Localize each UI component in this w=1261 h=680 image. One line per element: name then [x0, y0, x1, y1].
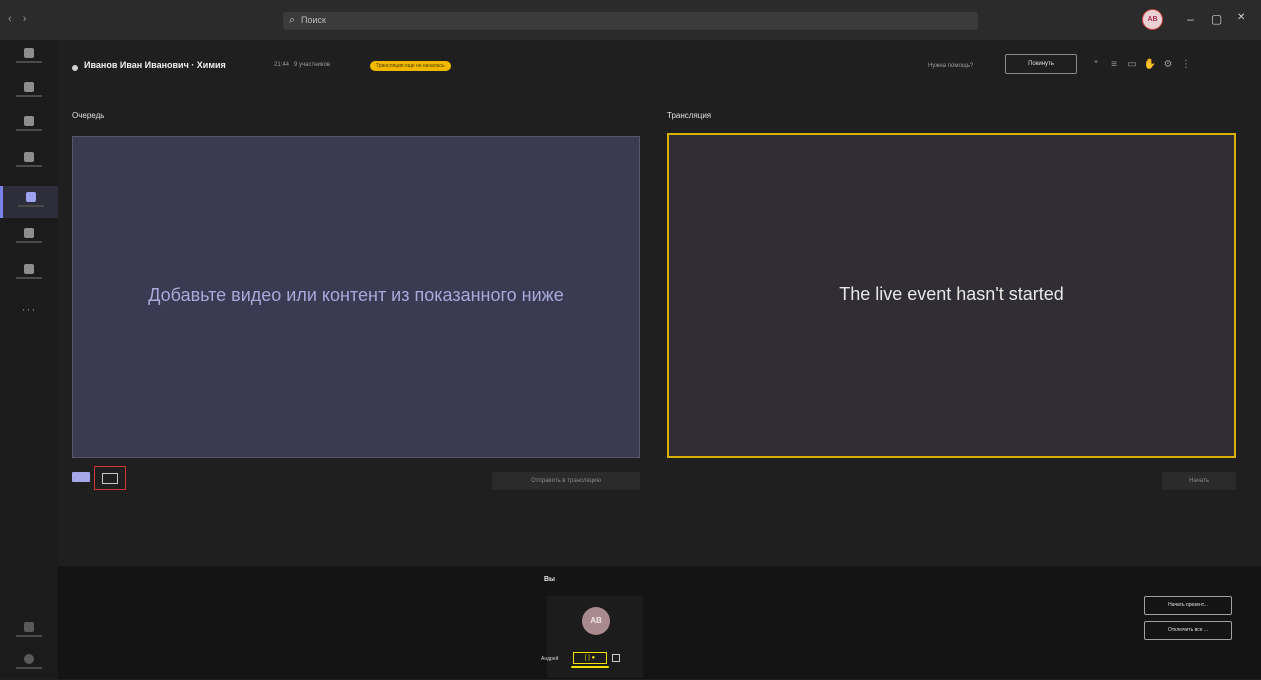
minimize-icon[interactable]: – — [1187, 12, 1194, 26]
phone-icon — [24, 228, 34, 238]
broadcast-label: Трансляция — [667, 111, 712, 120]
start-button[interactable]: Начать — [1162, 472, 1236, 490]
app-rail: ··· — [0, 40, 58, 679]
more-apps-icon[interactable]: ··· — [0, 302, 58, 316]
search-input[interactable]: ⌕ Поиск — [283, 12, 978, 30]
you-label: Вы — [544, 576, 556, 583]
search-placeholder: Поиск — [301, 15, 326, 25]
rail-calls[interactable] — [0, 222, 58, 254]
rail-help[interactable] — [0, 648, 58, 680]
participants-strip: Вы АВ Андрей [ ] ● Начать презент... Отк… — [58, 566, 1261, 679]
start-presenting-button[interactable]: Начать презент... — [1144, 596, 1232, 615]
rail-calendar[interactable] — [0, 186, 58, 218]
bell-icon — [24, 48, 34, 58]
rail-apps[interactable] — [0, 616, 58, 648]
self-video-tile[interactable]: АВ Андрей [ ] ● — [541, 596, 643, 678]
back-forward-arrows[interactable]: ‹ › — [8, 13, 30, 25]
file-icon — [24, 264, 34, 274]
meeting-timer: 21:44 — [274, 62, 290, 68]
self-controls[interactable]: [ ] ● — [573, 652, 607, 664]
highlight-underline — [571, 666, 609, 668]
rail-teams[interactable] — [0, 110, 58, 142]
queue-label: Очередь — [72, 111, 105, 120]
help-icon — [24, 654, 34, 664]
broadcast-panel: The live event hasn't started — [667, 133, 1236, 458]
raise-hand-icon[interactable]: ✋ — [1143, 58, 1157, 72]
settings-icon[interactable]: ⚙ — [1161, 58, 1175, 72]
profile-avatar[interactable]: АВ — [1143, 10, 1162, 29]
status-dot-icon — [72, 65, 78, 71]
layout-single-button[interactable] — [72, 472, 90, 482]
chat-icon — [24, 82, 34, 92]
avatar: АВ — [582, 607, 610, 635]
apps-grid-icon — [24, 622, 34, 632]
title-bar: ‹ › ⌕ Поиск АВ – ▢ ✕ — [0, 0, 1261, 40]
broadcast-status-text: The live event hasn't started — [839, 284, 1064, 304]
meeting-header: Иванов Иван Иванович · Химия 21:44 9 уча… — [58, 40, 1261, 98]
send-to-live-button[interactable]: Отправить в трансляцию — [492, 472, 640, 490]
mute-all-button[interactable]: Отключить все ... — [1144, 621, 1232, 640]
queue-panel[interactable]: Добавьте видео или контент из показанног… — [72, 136, 640, 458]
close-icon[interactable]: ✕ — [1237, 12, 1245, 23]
rail-chat[interactable] — [0, 76, 58, 108]
popout-icon[interactable] — [612, 654, 620, 662]
more-options-icon[interactable]: ⋮ — [1179, 58, 1193, 72]
maximize-icon[interactable]: ▢ — [1211, 12, 1222, 26]
layout-content-button[interactable] — [94, 466, 126, 490]
live-status-badge: Трансляция еще не началась — [370, 61, 451, 71]
self-name: Андрей — [541, 656, 559, 662]
rail-activity[interactable] — [0, 42, 58, 74]
layout-content-icon — [102, 473, 118, 484]
rail-assignments[interactable] — [0, 146, 58, 178]
teams-icon — [24, 116, 34, 126]
notes-icon[interactable]: ≡ — [1107, 58, 1121, 72]
chat-icon[interactable]: ▭ — [1125, 58, 1139, 72]
queue-placeholder-text: Добавьте видео или контент из показанног… — [148, 285, 564, 305]
meeting-title: Иванов Иван Иванович · Химия — [84, 60, 226, 70]
search-icon: ⌕ — [289, 14, 296, 26]
participant-count: 9 участников — [294, 62, 331, 68]
people-icon[interactable]: ⁺ — [1089, 58, 1103, 72]
backpack-icon — [24, 152, 34, 162]
leave-button[interactable]: Покинуть — [1005, 54, 1077, 74]
calendar-icon — [25, 192, 36, 202]
help-link[interactable]: Нужна помощь? — [928, 63, 973, 69]
rail-files[interactable] — [0, 258, 58, 290]
